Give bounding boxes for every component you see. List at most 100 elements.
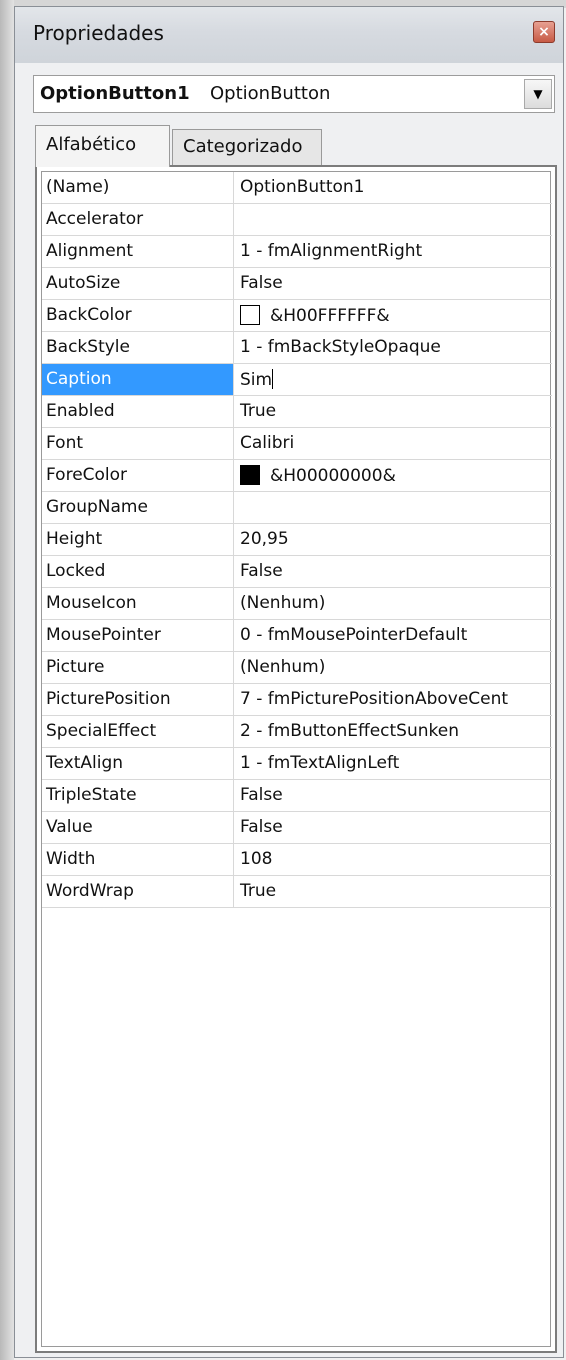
property-value[interactable]: &H00FFFFFF& (234, 300, 552, 331)
tab-alfabetico[interactable]: Alfabético (35, 125, 170, 167)
property-row[interactable]: Alignment 1 - fmAlignmentRight (42, 236, 552, 268)
property-value[interactable]: 1 - fmAlignmentRight (234, 236, 552, 267)
property-value-text: False (240, 273, 283, 293)
property-value-text: &H00000000& (270, 466, 396, 486)
property-row[interactable]: Enabled True (42, 396, 552, 428)
property-value-text: False (240, 817, 283, 837)
property-value-text: &H00FFFFFF& (270, 306, 390, 326)
property-name[interactable]: Alignment (42, 236, 234, 267)
property-value[interactable] (234, 204, 552, 235)
property-row[interactable]: MouseIcon (Nenhum) (42, 588, 552, 620)
property-row[interactable]: Font Calibri (42, 428, 552, 460)
property-value[interactable]: OptionButton1 (234, 172, 552, 203)
property-name[interactable]: MouseIcon (42, 588, 234, 619)
close-icon[interactable]: × (533, 21, 555, 43)
property-row[interactable]: Locked False (42, 556, 552, 588)
property-row[interactable]: BackColor &H00FFFFFF& (42, 300, 552, 332)
property-name[interactable]: (Name) (42, 172, 234, 203)
property-value[interactable]: &H00000000& (234, 460, 552, 491)
property-value[interactable]: Sim (234, 364, 552, 395)
property-value[interactable]: False (234, 556, 552, 587)
title-bar[interactable]: Propriedades × (15, 7, 563, 63)
property-value[interactable]: (Nenhum) (234, 652, 552, 683)
property-row[interactable]: TextAlign 1 - fmTextAlignLeft (42, 748, 552, 780)
property-name[interactable]: BackColor (42, 300, 234, 331)
property-value[interactable]: False (234, 268, 552, 299)
property-name[interactable]: Width (42, 844, 234, 875)
color-swatch (240, 465, 260, 485)
property-value-text: False (240, 561, 283, 581)
property-name[interactable]: GroupName (42, 492, 234, 523)
property-name[interactable]: Value (42, 812, 234, 843)
property-value[interactable]: (Nenhum) (234, 588, 552, 619)
property-row[interactable]: BackStyle 1 - fmBackStyleOpaque (42, 332, 552, 364)
property-value[interactable]: False (234, 780, 552, 811)
property-grid-body: (Name) OptionButton1 Accelerator Alignment 1… (41, 171, 552, 1347)
property-name[interactable]: Caption (42, 364, 234, 395)
property-row[interactable]: Picture (Nenhum) (42, 652, 552, 684)
text-caret (272, 369, 274, 389)
tab-strip: Alfabético Categorizado (35, 125, 555, 167)
property-name[interactable]: PicturePosition (42, 684, 234, 715)
property-name[interactable]: TextAlign (42, 748, 234, 779)
property-value[interactable]: True (234, 396, 552, 427)
property-name[interactable]: Height (42, 524, 234, 555)
property-name[interactable]: Locked (42, 556, 234, 587)
property-name[interactable]: AutoSize (42, 268, 234, 299)
property-grid: (Name) OptionButton1 Accelerator Alignment 1… (35, 165, 557, 1353)
property-name[interactable]: MousePointer (42, 620, 234, 651)
property-value-text: 1 - fmAlignmentRight (240, 241, 423, 261)
property-value[interactable]: Calibri (234, 428, 552, 459)
property-value-text: OptionButton1 (240, 177, 365, 197)
property-name[interactable]: SpecialEffect (42, 716, 234, 747)
property-row[interactable]: Width 108 (42, 844, 552, 876)
property-row[interactable]: Caption Sim (42, 364, 552, 396)
property-row[interactable]: GroupName (42, 492, 552, 524)
property-value-text: False (240, 785, 283, 805)
properties-window: Propriedades × OptionButton1 OptionButto… (14, 6, 564, 1358)
property-row[interactable]: AutoSize False (42, 268, 552, 300)
property-row[interactable]: (Name) OptionButton1 (42, 172, 552, 204)
property-value[interactable] (234, 492, 552, 523)
property-name[interactable]: Accelerator (42, 204, 234, 235)
property-value-text: 7 - fmPicturePositionAboveCent (240, 689, 509, 709)
property-value-text: 108 (240, 849, 273, 869)
property-row[interactable]: TripleState False (42, 780, 552, 812)
property-name[interactable]: ForeColor (42, 460, 234, 491)
property-value[interactable]: 108 (234, 844, 552, 875)
property-value-text: 20,95 (240, 529, 289, 549)
property-row[interactable]: Accelerator (42, 204, 552, 236)
property-row[interactable]: Height 20,95 (42, 524, 552, 556)
property-name[interactable]: BackStyle (42, 332, 234, 363)
property-value[interactable]: 1 - fmTextAlignLeft (234, 748, 552, 779)
property-value[interactable]: 7 - fmPicturePositionAboveCent (234, 684, 552, 715)
property-value-text: (Nenhum) (240, 657, 326, 677)
property-value[interactable]: 2 - fmButtonEffectSunken (234, 716, 552, 747)
object-selector-dropdown[interactable]: OptionButton1 OptionButton ▼ (33, 75, 555, 113)
object-type: OptionButton (210, 83, 331, 104)
property-value[interactable]: False (234, 812, 552, 843)
property-value[interactable]: 20,95 (234, 524, 552, 555)
property-name[interactable]: Enabled (42, 396, 234, 427)
property-row[interactable]: SpecialEffect 2 - fmButtonEffectSunken (42, 716, 552, 748)
property-row[interactable]: PicturePosition 7 - fmPicturePositionAbov… (42, 684, 552, 716)
property-name[interactable]: Font (42, 428, 234, 459)
property-row[interactable]: Value False (42, 812, 552, 844)
property-name[interactable]: TripleState (42, 780, 234, 811)
property-row[interactable]: WordWrap True (42, 876, 552, 908)
property-value-text: 1 - fmBackStyleOpaque (240, 337, 441, 357)
property-value-text: True (240, 881, 277, 901)
property-value-text: 1 - fmTextAlignLeft (240, 753, 400, 773)
tab-categorizado[interactable]: Categorizado (172, 129, 322, 165)
property-value[interactable]: 0 - fmMousePointerDefault (234, 620, 552, 651)
property-name[interactable]: WordWrap (42, 876, 234, 907)
property-name[interactable]: Picture (42, 652, 234, 683)
property-value[interactable]: 1 - fmBackStyleOpaque (234, 332, 552, 363)
chevron-down-icon[interactable]: ▼ (524, 79, 552, 109)
property-value-text: Sim (240, 370, 273, 390)
property-row[interactable]: MousePointer 0 - fmMousePointerDefault (42, 620, 552, 652)
color-swatch (240, 305, 260, 325)
property-row[interactable]: ForeColor &H00000000& (42, 460, 552, 492)
property-value[interactable]: True (234, 876, 552, 907)
property-value-text: (Nenhum) (240, 593, 326, 613)
